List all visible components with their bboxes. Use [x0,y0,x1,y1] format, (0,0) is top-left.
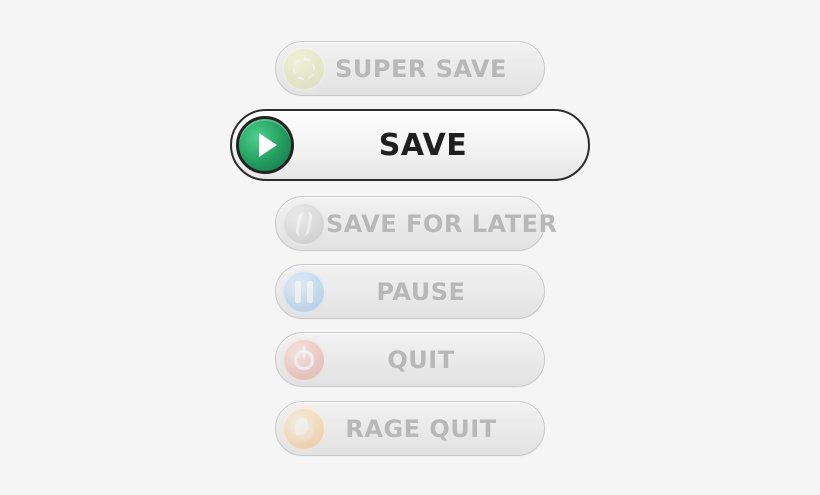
later-icon [282,201,326,246]
menu-button-label: SAVE [378,127,468,163]
menu-button-rage-quit[interactable]: RAGE QUIT [275,401,545,456]
play-icon [236,116,294,174]
menu-button-label: RAGE QUIT [345,414,497,443]
menu-button-pause[interactable]: PAUSE [275,264,545,319]
menu-button-save-for-later[interactable]: SAVE FOR LATER [275,196,557,251]
power-icon [282,337,326,382]
menu-button-label: SAVE FOR LATER [326,209,558,238]
menu-button-save[interactable]: SAVE [230,109,590,181]
menu-button-label: SUPER SAVE [335,54,507,83]
pause-icon [282,269,326,314]
menu-button-label: QUIT [387,345,455,374]
sparkle-icon [282,46,326,91]
menu-button-super-save[interactable]: SUPER SAVE [275,41,545,96]
flame-icon [282,406,326,451]
menu-stage: SUPER SAVE SAVE SAVE FOR LATER PAUSE QUI… [0,0,820,495]
menu-button-quit[interactable]: QUIT [275,332,545,387]
menu-button-label: PAUSE [376,277,466,306]
